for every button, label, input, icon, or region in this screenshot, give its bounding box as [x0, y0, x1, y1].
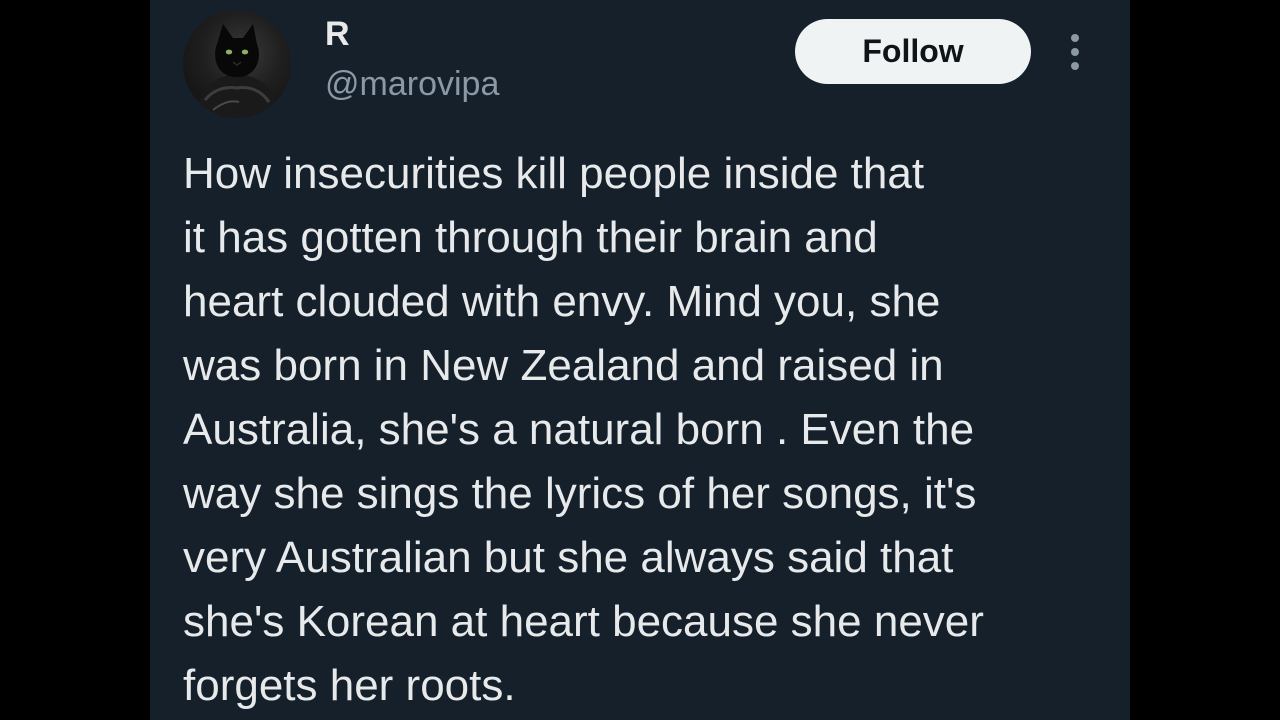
follow-button[interactable]: Follow [795, 19, 1031, 84]
black-cat-icon [193, 24, 283, 118]
more-dot [1071, 34, 1079, 42]
tweet-text: How insecurities kill people inside that… [183, 149, 984, 710]
more-options-icon[interactable] [1060, 30, 1090, 74]
user-handle[interactable]: @marovipa [325, 62, 499, 106]
tweet-card: R @marovipa Follow How insecurities kill… [150, 0, 1130, 720]
more-dot [1071, 48, 1079, 56]
screen: R @marovipa Follow How insecurities kill… [0, 0, 1280, 720]
avatar[interactable] [183, 10, 291, 118]
more-dot [1071, 62, 1079, 70]
display-name[interactable]: R [325, 14, 350, 54]
